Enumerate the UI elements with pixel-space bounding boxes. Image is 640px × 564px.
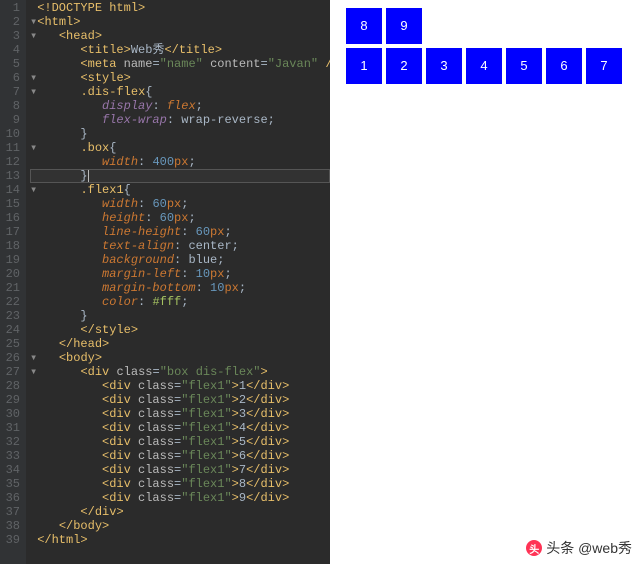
code-line[interactable]: <div class="flex1">2</div> [30,393,330,407]
line-number: 12 [4,155,20,169]
flex-item: 3 [426,48,462,84]
code-line[interactable]: </div> [30,505,330,519]
code-line[interactable]: </body> [30,519,330,533]
watermark: 头 头条 @web秀 [526,538,632,558]
line-number: 6 [4,71,20,85]
line-number: 32 [4,435,20,449]
code-line[interactable]: background: blue; [30,253,330,267]
line-number: 16 [4,211,20,225]
code-line[interactable]: margin-bottom: 10px; [30,281,330,295]
code-line[interactable]: <div class="flex1">9</div> [30,491,330,505]
code-line[interactable]: </html> [30,533,330,547]
line-number: 13 [4,169,20,183]
code-line[interactable]: ▾ <div class="box dis-flex"> [30,365,330,379]
line-number: 17 [4,225,20,239]
line-number: 9 [4,113,20,127]
line-number: 35 [4,477,20,491]
line-number: 31 [4,421,20,435]
line-gutter: 1234567891011121314151617181920212223242… [0,0,26,564]
watermark-icon: 头 [526,540,542,556]
flex-item: 2 [386,48,422,84]
code-line[interactable]: ▾ .flex1{ [30,183,330,197]
line-number: 18 [4,239,20,253]
line-number: 20 [4,267,20,281]
flex-item: 7 [586,48,622,84]
code-line[interactable]: color: #fff; [30,295,330,309]
flex-item: 9 [386,8,422,44]
line-number: 27 [4,365,20,379]
line-number: 33 [4,449,20,463]
code-line[interactable]: ▾ <head> [30,29,330,43]
code-line[interactable]: </style> [30,323,330,337]
line-number: 2 [4,15,20,29]
line-number: 22 [4,295,20,309]
code-area[interactable]: <!DOCTYPE html>▾<html>▾ <head> <title>We… [26,0,330,564]
code-line[interactable]: } [30,309,330,323]
code-line[interactable]: text-align: center; [30,239,330,253]
flex-box: 1234567 89 [342,8,626,88]
code-line[interactable]: <div class="flex1">3</div> [30,407,330,421]
line-number: 36 [4,491,20,505]
code-line[interactable]: ▾ <style> [30,71,330,85]
code-editor[interactable]: 1234567891011121314151617181920212223242… [0,0,330,564]
line-number: 8 [4,99,20,113]
flex-item: 8 [346,8,382,44]
line-number: 37 [4,505,20,519]
code-line[interactable]: <div class="flex1">8</div> [30,477,330,491]
line-number: 11 [4,141,20,155]
line-number: 24 [4,323,20,337]
code-line[interactable]: display: flex; [30,99,330,113]
code-line[interactable]: flex-wrap: wrap-reverse; [30,113,330,127]
code-line[interactable]: width: 60px; [30,197,330,211]
line-number: 10 [4,127,20,141]
code-line[interactable]: <div class="flex1">4</div> [30,421,330,435]
line-number: 25 [4,337,20,351]
line-number: 5 [4,57,20,71]
code-line[interactable]: </head> [30,337,330,351]
line-number: 38 [4,519,20,533]
line-number: 29 [4,393,20,407]
code-line[interactable]: ▾ .box{ [30,141,330,155]
line-number: 39 [4,533,20,547]
code-line[interactable]: <title>Web秀</title> [30,43,330,57]
code-line[interactable]: ▾<html> [30,15,330,29]
code-line[interactable]: width: 400px; [30,155,330,169]
code-line[interactable]: <div class="flex1">7</div> [30,463,330,477]
line-number: 21 [4,281,20,295]
code-line[interactable]: <meta name="name" content="Javan" /> [30,57,330,71]
line-number: 19 [4,253,20,267]
line-number: 3 [4,29,20,43]
line-number: 15 [4,197,20,211]
line-number: 26 [4,351,20,365]
line-number: 23 [4,309,20,323]
code-line[interactable]: margin-left: 10px; [30,267,330,281]
code-line[interactable]: line-height: 60px; [30,225,330,239]
line-number: 14 [4,183,20,197]
code-line[interactable]: ▾ <body> [30,351,330,365]
code-line[interactable]: } [30,169,330,183]
preview-pane: 1234567 89 头 头条 @web秀 [330,0,640,564]
code-line[interactable]: ▾ .dis-flex{ [30,85,330,99]
watermark-text: 头条 @web秀 [546,538,632,558]
flex-item: 1 [346,48,382,84]
line-number: 34 [4,463,20,477]
code-line[interactable]: <!DOCTYPE html> [30,1,330,15]
flex-item: 4 [466,48,502,84]
line-number: 28 [4,379,20,393]
code-line[interactable]: } [30,127,330,141]
flex-item: 6 [546,48,582,84]
flex-item: 5 [506,48,542,84]
line-number: 1 [4,1,20,15]
line-number: 7 [4,85,20,99]
line-number: 30 [4,407,20,421]
code-line[interactable]: <div class="flex1">5</div> [30,435,330,449]
code-line[interactable]: height: 60px; [30,211,330,225]
code-line[interactable]: <div class="flex1">1</div> [30,379,330,393]
code-line[interactable]: <div class="flex1">6</div> [30,449,330,463]
line-number: 4 [4,43,20,57]
